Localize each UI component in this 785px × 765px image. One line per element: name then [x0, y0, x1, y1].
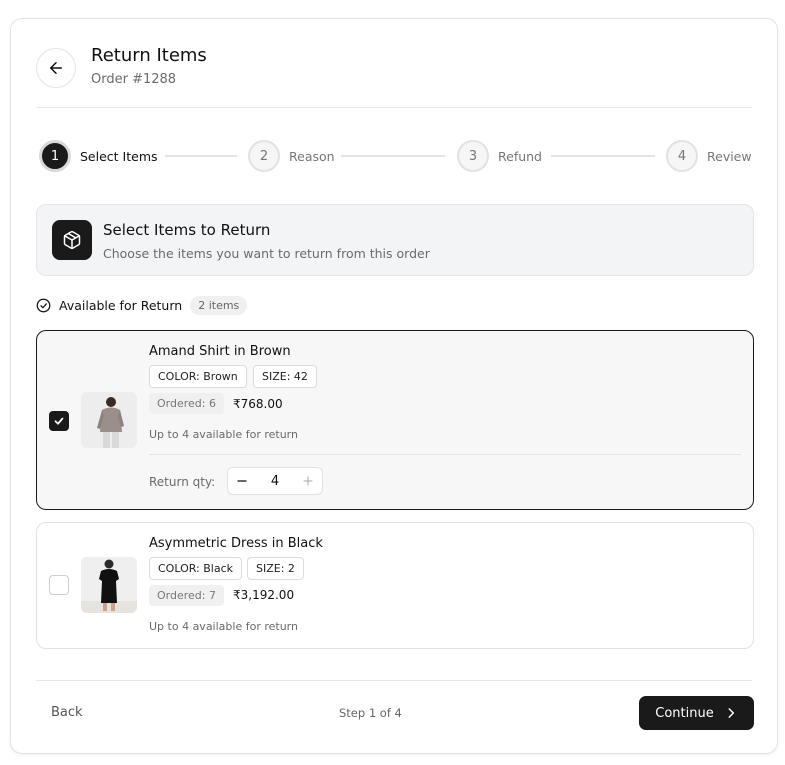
step-2-label: Reason — [289, 149, 335, 164]
order-number: Order #1288 — [91, 72, 177, 87]
continue-button[interactable]: Continue — [639, 696, 754, 730]
section-description: Choose the items you want to return from… — [103, 246, 430, 261]
item-price: ₹3,192.00 — [233, 588, 295, 602]
step-4-label: Review — [707, 149, 752, 164]
decrement-button[interactable] — [228, 468, 256, 494]
continue-label: Continue — [655, 705, 714, 721]
step-connector — [341, 155, 445, 157]
back-button[interactable]: Back — [51, 705, 83, 720]
ordered-count: Ordered: 6 — [149, 393, 224, 414]
availability-note: Up to 4 available for return — [149, 620, 298, 633]
step-indicator: Step 1 of 4 — [339, 706, 402, 720]
return-item-card[interactable]: Amand Shirt in Brown COLOR: Brown SIZE: … — [36, 330, 754, 510]
item-name: Amand Shirt in Brown — [149, 344, 291, 359]
quantity-value: 4 — [270, 473, 280, 489]
plus-icon — [303, 476, 313, 486]
item-checkbox[interactable] — [49, 575, 69, 595]
arrow-left-icon — [50, 62, 62, 74]
quantity-stepper: 4 — [227, 467, 323, 495]
chevron-right-icon — [728, 708, 734, 718]
return-qty-label: Return qty: — [149, 475, 216, 489]
availability-note: Up to 4 available for return — [149, 428, 298, 441]
package-icon — [52, 220, 92, 260]
color-tag: COLOR: Brown — [149, 365, 247, 388]
section-info-box: Select Items to Return Choose the items … — [36, 204, 754, 276]
back-arrow-button[interactable] — [36, 48, 76, 88]
step-1-circle[interactable]: 1 — [39, 140, 71, 172]
check-circle-icon — [36, 298, 51, 312]
step-1-label: Select Items — [80, 149, 158, 164]
product-image-shirt — [81, 392, 137, 448]
item-name: Asymmetric Dress in Black — [149, 536, 323, 551]
section-title: Select Items to Return — [103, 221, 271, 239]
return-item-card[interactable]: Asymmetric Dress in Black COLOR: Black S… — [36, 522, 754, 649]
step-2-circle[interactable]: 2 — [248, 140, 280, 172]
items-count-badge: 2 items — [190, 295, 248, 315]
page-title: Return Items — [91, 45, 207, 66]
step-connector — [165, 155, 237, 157]
return-items-card: Return Items Order #1288 1 Select Items … — [10, 18, 778, 754]
available-label: Available for Return — [59, 297, 183, 313]
product-image-dress — [81, 557, 137, 613]
footer-divider — [36, 680, 752, 681]
step-4-circle[interactable]: 4 — [666, 140, 698, 172]
ordered-count: Ordered: 7 — [149, 585, 224, 606]
size-tag: SIZE: 2 — [247, 557, 304, 580]
header-divider — [36, 107, 752, 108]
step-connector — [551, 155, 655, 157]
item-checkbox[interactable] — [49, 411, 69, 431]
available-header: Available for Return 2 items — [36, 295, 248, 315]
check-icon — [54, 417, 64, 425]
step-3-circle[interactable]: 3 — [457, 140, 489, 172]
size-tag: SIZE: 42 — [253, 365, 317, 388]
item-divider — [149, 454, 741, 455]
step-3-label: Refund — [498, 149, 542, 164]
increment-button[interactable] — [294, 468, 322, 494]
item-price: ₹768.00 — [233, 397, 283, 411]
minus-icon — [237, 480, 247, 482]
color-tag: COLOR: Black — [149, 557, 243, 580]
